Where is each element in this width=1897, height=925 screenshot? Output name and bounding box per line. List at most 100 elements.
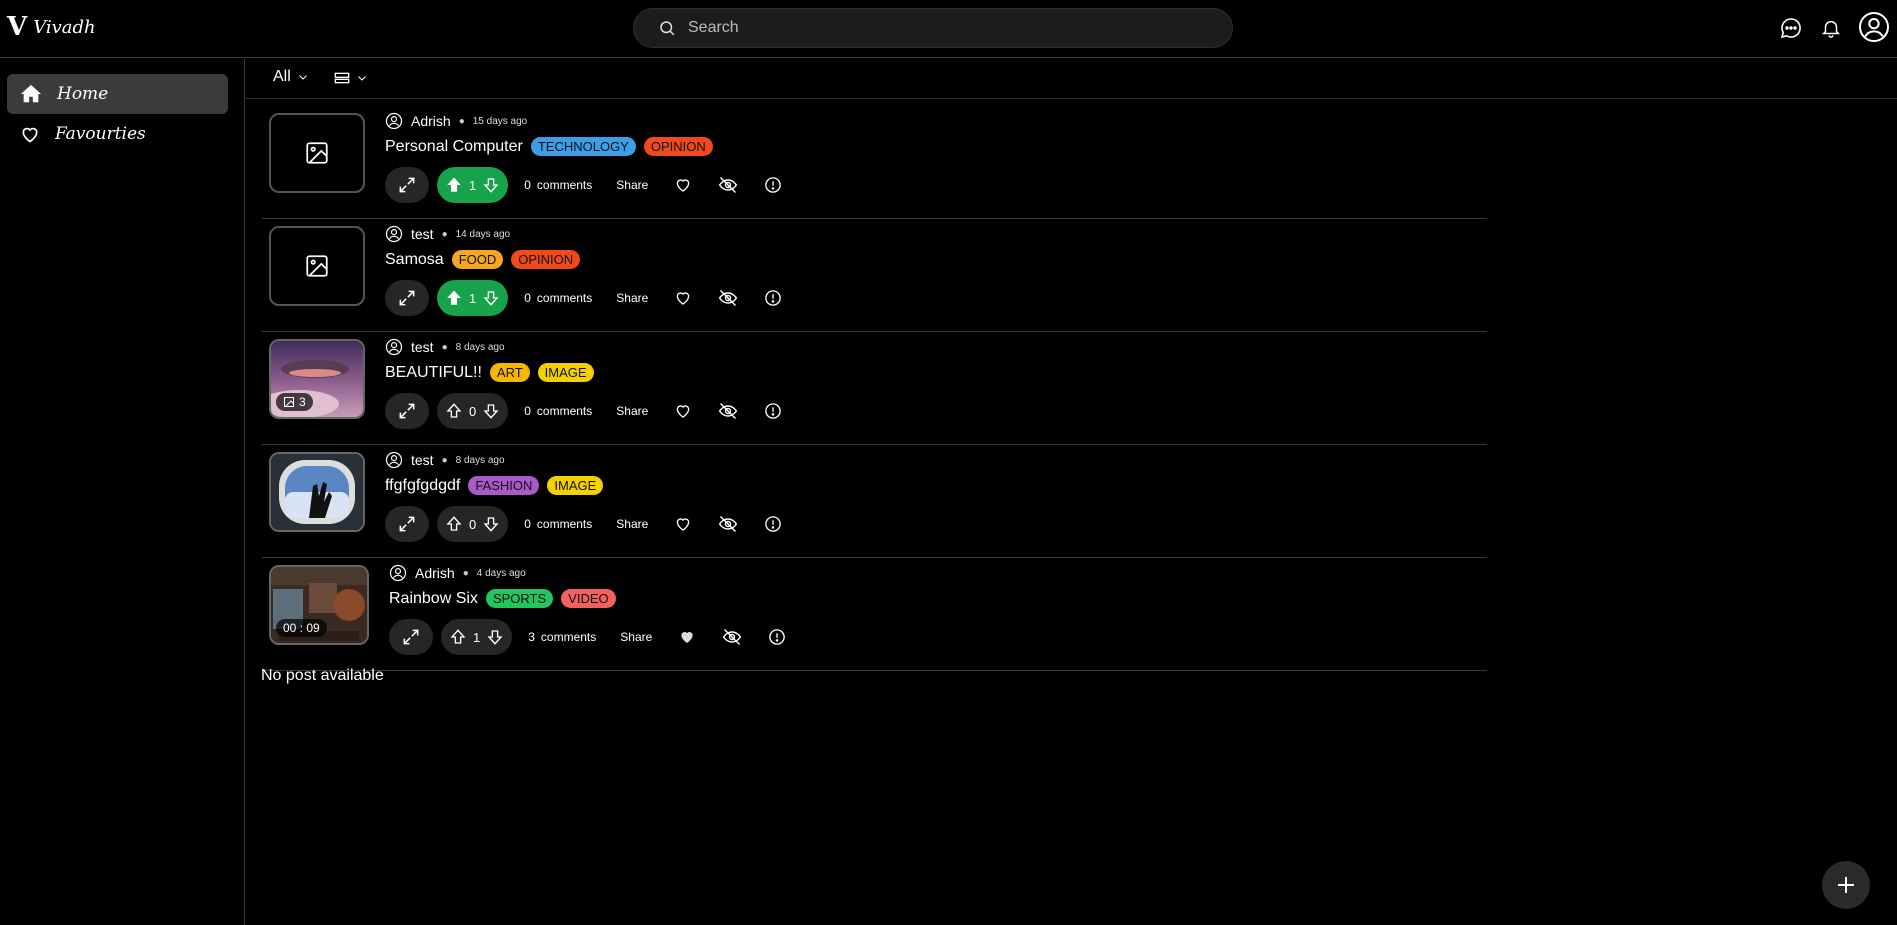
post-title-row: Personal Computer TECHNOLOGY OPINION	[385, 137, 713, 156]
expand-button[interactable]	[385, 167, 429, 203]
hide-icon[interactable]	[717, 174, 739, 196]
share-button[interactable]: Share	[620, 630, 652, 644]
expand-button[interactable]	[389, 619, 433, 655]
downvote-icon[interactable]	[482, 289, 500, 307]
comments-link[interactable]: 0 comments	[524, 517, 592, 531]
info-icon[interactable]	[766, 626, 788, 648]
info-icon[interactable]	[762, 400, 784, 422]
post-card[interactable]: test ● 14 days ago Samosa FOOD OPINION 1 …	[262, 219, 1487, 332]
plus-icon	[1834, 873, 1858, 897]
sidebar-item-home[interactable]: Home	[7, 74, 228, 114]
thumbnail-badge: 3	[276, 393, 313, 411]
logo-mark: V	[7, 12, 28, 42]
post-author[interactable]: test	[411, 226, 434, 242]
post-tag[interactable]: ART	[489, 363, 530, 382]
downvote-icon[interactable]	[486, 628, 504, 646]
post-card[interactable]: Adrish ● 15 days ago Personal Computer T…	[262, 106, 1487, 219]
share-button[interactable]: Share	[616, 404, 648, 418]
view-mode-dropdown[interactable]	[334, 71, 368, 85]
post-tag[interactable]: VIDEO	[561, 589, 616, 608]
user-icon	[385, 338, 403, 356]
post-title[interactable]: Rainbow Six	[389, 590, 478, 608]
post-tag[interactable]: SPORTS	[485, 589, 554, 608]
share-button[interactable]: Share	[616, 517, 648, 531]
feed-toolbar: All	[246, 59, 1897, 99]
post-tag[interactable]: IMAGE	[537, 363, 594, 382]
hide-icon[interactable]	[721, 626, 743, 648]
post-thumbnail[interactable]: 3	[269, 339, 365, 419]
sidebar-item-label: Favourties	[55, 124, 146, 144]
filter-dropdown[interactable]: All	[273, 68, 309, 86]
post-thumbnail[interactable]	[269, 452, 365, 532]
heart-icon[interactable]	[672, 400, 694, 422]
post-card[interactable]: 00 : 09 Adrish ● 4 days ago Rainbow Six …	[262, 558, 1487, 671]
user-icon[interactable]	[1857, 10, 1891, 44]
comments-link[interactable]: 0 comments	[524, 291, 592, 305]
post-tag[interactable]: FASHION	[468, 476, 540, 495]
post-title[interactable]: Samosa	[385, 251, 444, 269]
upvote-icon[interactable]	[449, 628, 467, 646]
logo[interactable]: V Vivadh	[7, 14, 96, 40]
heart-icon[interactable]	[672, 287, 694, 309]
post-author[interactable]: Adrish	[411, 113, 451, 129]
post-tag[interactable]: TECHNOLOGY	[530, 137, 636, 156]
info-icon[interactable]	[762, 513, 784, 535]
hide-icon[interactable]	[717, 287, 739, 309]
sidebar-item-favourites[interactable]: Favourties	[7, 114, 228, 154]
bell-icon[interactable]	[1817, 14, 1845, 42]
post-author[interactable]: test	[411, 339, 434, 355]
post-time: 8 days ago	[455, 341, 505, 353]
info-icon[interactable]	[762, 287, 784, 309]
expand-icon	[401, 627, 421, 647]
share-button[interactable]: Share	[616, 178, 648, 192]
hide-icon[interactable]	[717, 400, 739, 422]
post-tag[interactable]: FOOD	[451, 250, 504, 269]
expand-button[interactable]	[385, 506, 429, 542]
list-view-icon	[334, 71, 350, 85]
downvote-icon[interactable]	[482, 176, 500, 194]
post-tag[interactable]: IMAGE	[547, 476, 604, 495]
post-tag[interactable]: OPINION	[511, 250, 581, 269]
user-icon	[385, 112, 403, 130]
heart-icon[interactable]	[676, 626, 698, 648]
heart-icon[interactable]	[672, 174, 694, 196]
chat-icon[interactable]	[1777, 14, 1805, 42]
post-tag[interactable]: OPINION	[643, 137, 713, 156]
gallery-icon	[283, 396, 295, 408]
comments-link[interactable]: 3 comments	[528, 630, 596, 644]
expand-button[interactable]	[385, 280, 429, 316]
empty-message: No post available	[261, 667, 384, 684]
search-input[interactable]	[688, 19, 1208, 37]
hide-icon[interactable]	[717, 513, 739, 535]
post-title[interactable]: Personal Computer	[385, 138, 523, 156]
downvote-icon[interactable]	[482, 402, 500, 420]
post-author[interactable]: test	[411, 452, 434, 468]
upvote-icon[interactable]	[445, 289, 463, 307]
post-thumbnail[interactable]	[269, 113, 365, 193]
home-icon	[19, 83, 43, 105]
comments-link[interactable]: 0 comments	[524, 404, 592, 418]
vote-control: 1	[441, 619, 513, 655]
upvote-icon[interactable]	[445, 515, 463, 533]
expand-icon	[397, 288, 417, 308]
comments-label: comments	[536, 517, 593, 531]
comments-link[interactable]: 0 comments	[524, 178, 592, 192]
heart-icon[interactable]	[672, 513, 694, 535]
upvote-icon[interactable]	[445, 402, 463, 420]
post-card[interactable]: 3 test ● 8 days ago BEAUTIFUL!! ART IMAGE…	[262, 332, 1487, 445]
share-button[interactable]: Share	[616, 291, 648, 305]
info-icon[interactable]	[762, 174, 784, 196]
post-title[interactable]: BEAUTIFUL!!	[385, 364, 482, 382]
search-bar[interactable]	[633, 8, 1233, 48]
post-thumbnail[interactable]	[269, 226, 365, 306]
upvote-icon[interactable]	[445, 176, 463, 194]
thumbnail-badge-text: 00 : 09	[283, 621, 320, 635]
downvote-icon[interactable]	[482, 515, 500, 533]
post-card[interactable]: test ● 8 days ago ffgfgfgdgdf FASHION IMA…	[262, 445, 1487, 558]
post-thumbnail[interactable]: 00 : 09	[269, 565, 369, 645]
post-title[interactable]: ffgfgfgdgdf	[385, 477, 460, 495]
create-post-button[interactable]	[1822, 861, 1870, 909]
post-author[interactable]: Adrish	[415, 565, 455, 581]
post-time: 8 days ago	[455, 454, 505, 466]
expand-button[interactable]	[385, 393, 429, 429]
